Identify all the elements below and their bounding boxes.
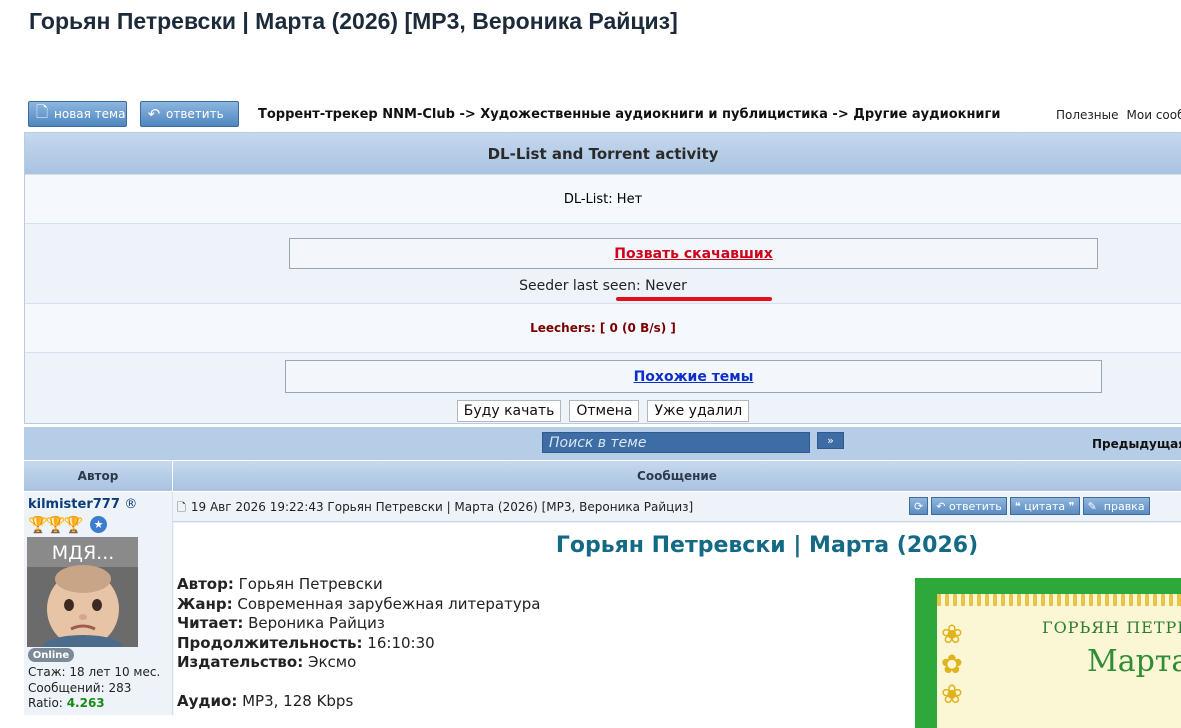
search-go-button[interactable]: » (817, 432, 844, 449)
post-reply-button[interactable]: ↶ ответить (931, 497, 1007, 515)
my-messages-link[interactable]: Мои сообще (1127, 108, 1181, 122)
page-title: Горьян Петревски | Марта (2026) [MP3, Ве… (29, 8, 678, 34)
topic-search-input[interactable]: Поиск в теме (542, 432, 810, 453)
post-document-icon: 🗋 (177, 501, 186, 514)
author-column-header: Автор (24, 461, 173, 491)
author-message-count: Сообщений: 283 (28, 680, 132, 695)
quote-close-icon: ❞ (1065, 499, 1075, 513)
reply-arrow-icon: ↶ (936, 499, 949, 513)
info-genre: Жанр: Современная зарубежная литература (177, 594, 541, 613)
avatar: МДЯ... (27, 537, 138, 647)
breadcrumb[interactable]: Торрент-трекер NNM-Club -> Художественны… (258, 107, 1000, 122)
reply-button[interactable]: ↶ ответить (140, 101, 239, 127)
post-message-cell: 🗋 19 Авг 2026 19:22:43 Горьян Петревски |… (173, 492, 1181, 728)
post-body: Горьян Петревски | Марта (2026) Автор: Г… (174, 523, 1181, 728)
seeder-row: Позвать скачавших Seeder last seen: Neve… (25, 223, 1181, 303)
ratio-value: 4.263 (66, 696, 105, 710)
previous-topic-link[interactable]: Предыдущая (1092, 437, 1181, 451)
ratio-label: Ratio: (28, 696, 63, 710)
similar-topics-link[interactable]: Похожие темы (634, 369, 754, 385)
book-cover-image: ❀ ✿ ❀ ГОРЬЯН ПЕТРЕ Марта (915, 578, 1181, 728)
post-author-cell: kilmister777 ® 🏆🏆🏆 ★ МДЯ... Online Стаж:… (24, 492, 173, 715)
trophy-icons: 🏆🏆🏆 (28, 515, 84, 534)
pencil-icon: ✎ (1087, 499, 1104, 513)
top-links: Полезные Мои сообще (1056, 108, 1181, 122)
post-divider (173, 521, 1181, 522)
quote-label: цитата (1024, 499, 1066, 513)
refresh-button[interactable]: ⟳ (909, 497, 929, 515)
similar-topics-box: Похожие темы (285, 360, 1102, 393)
author-username[interactable]: kilmister777 ® (28, 497, 137, 512)
avatar-caption: МДЯ... (52, 542, 115, 564)
cover-title-text: Марта (1087, 644, 1181, 679)
info-publisher: Издательство: Эксмо (177, 653, 357, 671)
info-author: Автор: Горьян Петревски (177, 575, 383, 593)
new-topic-button[interactable]: 🗋 новая тема (28, 101, 127, 127)
top-toolbar: 🗋 новая тема ↶ ответить Торрент-трекер N… (28, 101, 1181, 129)
online-status-badge: Online (28, 648, 74, 662)
edit-button[interactable]: ✎ правка (1082, 497, 1150, 515)
star-badge-icon: ★ (90, 516, 107, 533)
post-action-buttons: ⟳ ↶ ответить ❝ цитата ❞ ✎ правка (909, 497, 1150, 515)
author-stats: Стаж: 18 лет 10 мес. Сообщений: 283 Rati… (28, 665, 160, 712)
reply-arrow-icon: ↶ (147, 105, 161, 123)
call-downloaders-link[interactable]: Позвать скачавших (614, 246, 773, 262)
similar-row: Похожие темы Буду качать Отмена Уже удалил (25, 352, 1181, 423)
will-download-button[interactable]: Буду качать (456, 400, 562, 422)
quote-button[interactable]: ❝ цитата ❞ (1009, 497, 1080, 515)
release-info: Автор: Горьян Петревски Жанр: Современна… (177, 575, 540, 712)
cover-author-text: ГОРЬЯН ПЕТРЕ (1042, 618, 1181, 637)
cancel-button[interactable]: Отмена (569, 400, 640, 422)
post-title: Горьян Петревски | Марта (2026) (555, 533, 979, 558)
already-deleted-button[interactable]: Уже удалил (647, 400, 750, 422)
cover-ornament-strip (937, 594, 1181, 606)
info-duration: Продолжительность: 16:10:30 (177, 633, 435, 652)
username-text[interactable]: kilmister777 (28, 497, 120, 512)
message-column-header: Сообщение (637, 469, 717, 483)
refresh-icon: ⟳ (914, 499, 924, 513)
document-icon: 🗋 (35, 102, 49, 121)
dl-list-table: DL-List and Torrent activity DL-List: Не… (24, 132, 1181, 424)
reply-label: ответить (166, 107, 224, 121)
useful-link[interactable]: Полезные (1056, 108, 1119, 122)
edit-label: правка (1103, 499, 1145, 513)
leechers-row: Leechers: [ 0 (0 B/s) ] (25, 303, 1181, 352)
call-downloaders-box: Позвать скачавших (289, 238, 1098, 269)
posts-table-header: Автор Сообщение (24, 461, 1181, 491)
new-topic-label: новая тема (54, 107, 126, 121)
registered-mark: ® (124, 497, 138, 512)
post-meta: 🗋 19 Авг 2026 19:22:43 Горьян Петревски |… (177, 499, 693, 518)
info-reader: Читает: Вероника Райциз (177, 614, 385, 632)
info-audio: Аудио: MP3, 128 Kbps (177, 692, 354, 710)
cover-inner: ❀ ✿ ❀ ГОРЬЯН ПЕТРЕ Марта (937, 594, 1181, 728)
topic-search-bar: Поиск в теме » Предыдущая (24, 427, 1181, 460)
breadcrumb-text[interactable]: Торрент-трекер NNM-Club -> Художественны… (258, 107, 1000, 122)
dl-list-header: DL-List and Torrent activity (25, 133, 1181, 174)
author-ratio: Ratio: 4.263 (28, 696, 160, 712)
red-underline-mark (616, 297, 772, 301)
seeder-last-seen: Seeder last seen: Never (519, 278, 687, 294)
post-meta-text: 19 Авг 2026 19:22:43 Горьян Петревски | … (190, 500, 694, 514)
author-tenure: Стаж: 18 лет 10 мес. (28, 665, 161, 679)
download-action-buttons: Буду качать Отмена Уже удалил (25, 400, 1181, 422)
post-reply-label: ответить (948, 499, 1002, 513)
dl-list-status: DL-List: Нет (25, 174, 1181, 223)
cover-flower-ornament-icon: ❀ ✿ ❀ (941, 620, 963, 710)
quote-icon: ❝ (1014, 499, 1025, 513)
